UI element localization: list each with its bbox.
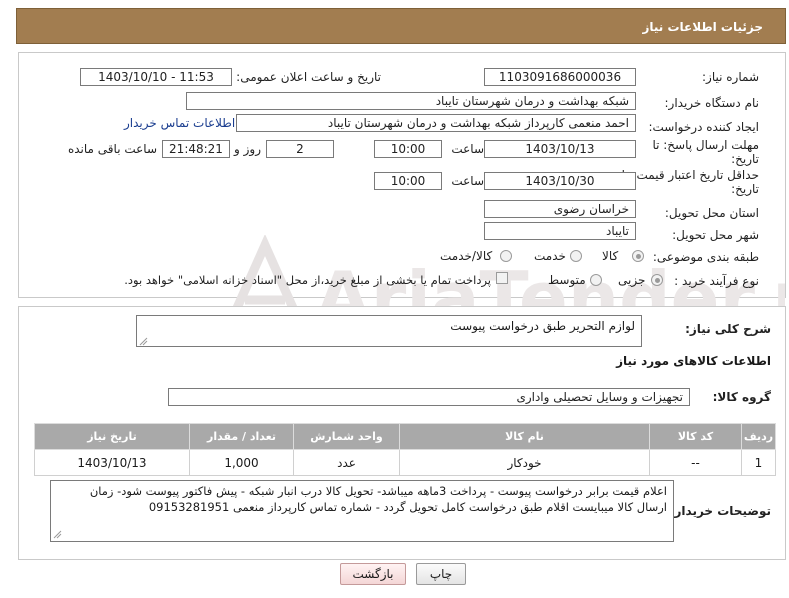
validity-time-label: ساعت (451, 174, 484, 188)
page-header: جزئیات اطلاعات نیاز (16, 8, 786, 44)
col-row: ردیف (741, 423, 776, 450)
cell-date: 1403/10/13 (34, 449, 190, 476)
announce-date-field: 1403/10/10 - 11:53 (80, 68, 232, 86)
province-field: خراسان رضوی (484, 200, 636, 218)
province-label: استان محل تحویل: (664, 206, 759, 220)
purchase-radio-medium[interactable] (590, 274, 602, 286)
creator-label: ایجاد کننده درخواست: (648, 120, 759, 134)
remaining-time-label: ساعت باقی مانده (67, 142, 157, 156)
city-label: شهر محل تحویل: (672, 228, 759, 242)
print-button[interactable]: چاپ (416, 563, 466, 585)
buyer-notes-field: اعلام قیمت برابر درخواست پیوست - پرداخت … (50, 480, 674, 542)
category-radio-service[interactable] (570, 250, 582, 262)
validity-time-field: 10:00 (374, 172, 442, 190)
col-code: کد کالا (649, 423, 742, 450)
deadline-time-label: ساعت (451, 142, 484, 156)
validity-label: حداقل تاریخ اعتبار قیمت: تا (621, 168, 759, 182)
summary-label: شرح کلی نیاز: (685, 322, 771, 336)
category-radio-goods-service[interactable] (500, 250, 512, 262)
city-field: تایباد (484, 222, 636, 240)
goods-section-title: اطلاعات کالاهای مورد نیاز (616, 354, 771, 368)
purchase-option-minor: جزیی (618, 273, 646, 287)
days-remaining-field: 2 (266, 140, 334, 158)
resize-grip-icon[interactable] (53, 530, 62, 539)
resize-grip-icon[interactable] (139, 337, 148, 346)
summary-text: لوازم التحریر طبق درخواست پیوست (450, 319, 635, 333)
remaining-time-field: 21:48:21 (162, 140, 230, 158)
purchase-type-label: نوع فرآیند خرید : (674, 274, 759, 288)
need-number-field: 1103091686000036 (484, 68, 636, 86)
validity-label-date: تاریخ: (731, 182, 759, 196)
need-number-label: شماره نیاز: (702, 70, 759, 84)
category-option-goods-service: کالا/خدمت (440, 249, 493, 263)
cell-row: 1 (741, 449, 776, 476)
page-title: جزئیات اطلاعات نیاز (642, 20, 763, 34)
buyer-contact-link[interactable]: اطلاعات تماس خریدار (124, 116, 235, 130)
treasury-payment-checkbox[interactable] (496, 272, 508, 284)
goods-group-label: گروه کالا: (712, 390, 771, 404)
deadline-label-date: تاریخ: (731, 152, 759, 166)
deadline-label: مهلت ارسال پاسخ: تا (652, 138, 759, 152)
deadline-time-field: 10:00 (374, 140, 442, 158)
category-label: طبقه بندی موضوعی: (652, 250, 759, 264)
buyer-org-field: شبکه بهداشت و درمان شهرستان تایباد (186, 92, 636, 110)
creator-field: احمد منعمی کارپرداز شبکه بهداشت و درمان … (236, 114, 636, 132)
purchase-option-medium: متوسط (548, 273, 586, 287)
buyer-notes-line-1: اعلام قیمت برابر درخواست پیوست - پرداخت … (89, 484, 667, 498)
col-qty: تعداد / مقدار (189, 423, 294, 450)
deadline-date-field: 1403/10/13 (484, 140, 636, 158)
category-radio-goods[interactable] (632, 250, 644, 262)
category-option-service: خدمت (534, 249, 566, 263)
buyer-notes-line-2: ارسال کالا میبایست اقلام طبق درخواست کام… (148, 500, 667, 514)
col-name: نام کالا (399, 423, 650, 450)
validity-date-field: 1403/10/30 (484, 172, 636, 190)
cell-unit: عدد (293, 449, 400, 476)
col-date: تاریخ نیاز (34, 423, 190, 450)
col-unit: واحد شمارش (293, 423, 400, 450)
summary-field: لوازم التحریر طبق درخواست پیوست (136, 315, 642, 347)
table-row[interactable]: 1 -- خودکار عدد 1,000 1403/10/13 (34, 449, 776, 476)
goods-group-field: تجهیزات و وسایل تحصیلی واداری (168, 388, 690, 406)
treasury-payment-note: پرداخت تمام یا بخشی از مبلغ خرید،از محل … (124, 273, 491, 287)
category-option-goods: کالا (602, 249, 619, 263)
buyer-org-label: نام دستگاه خریدار: (664, 96, 760, 110)
goods-table: ردیف کد کالا نام کالا واحد شمارش تعداد /… (34, 423, 776, 476)
cell-qty: 1,000 (189, 449, 294, 476)
back-button[interactable]: بازگشت (340, 563, 406, 585)
purchase-radio-minor[interactable] (651, 274, 663, 286)
days-label: روز و (234, 142, 261, 156)
cell-name: خودکار (399, 449, 650, 476)
buyer-notes-label: توضیحات خریدار: (669, 504, 771, 518)
cell-code: -- (649, 449, 742, 476)
announce-label: تاریخ و ساعت اعلان عمومی: (236, 70, 381, 84)
table-header-row: ردیف کد کالا نام کالا واحد شمارش تعداد /… (34, 423, 776, 450)
